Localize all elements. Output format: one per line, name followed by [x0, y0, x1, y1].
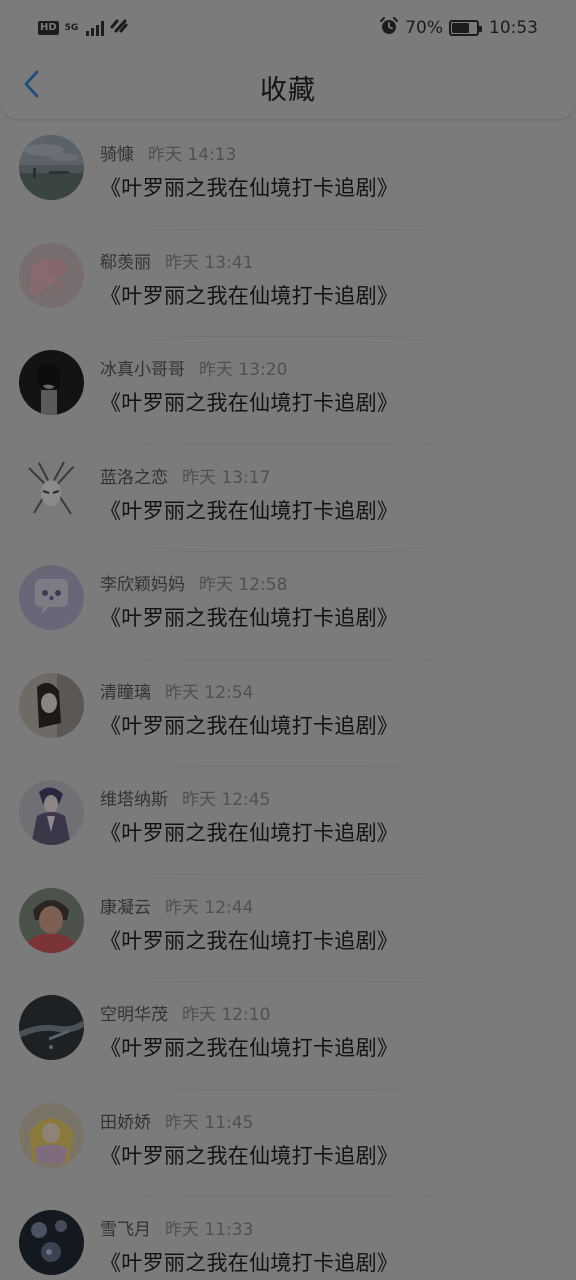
hd-badge: HD	[38, 21, 59, 35]
avatar[interactable]	[19, 1102, 84, 1168]
item-name: 冰真小哥哥	[100, 360, 185, 380]
item-time: 昨天 13:17	[182, 467, 271, 488]
link-icon	[110, 18, 128, 38]
item-time: 昨天 13:20	[199, 360, 288, 380]
list-item[interactable]: 康凝云 昨天 12:44 《叶罗丽之我在仙境打卡追剧》	[0, 875, 576, 982]
status-bar-left: HD 5G	[38, 18, 128, 38]
item-name: 郗羡丽	[100, 252, 151, 273]
item-meta: 清瞳璃 昨天 12:54	[100, 678, 253, 703]
item-name: 维塔纳斯	[100, 790, 168, 810]
item-content: 《叶罗丽之我在仙境打卡追剧》	[100, 1143, 399, 1168]
item-content: 《叶罗丽之我在仙境打卡追剧》	[100, 498, 399, 523]
item-meta: 冰真小哥哥 昨天 13:20	[100, 355, 287, 380]
item-time: 昨天 12:44	[165, 897, 254, 918]
network-type: 5G	[64, 22, 79, 33]
item-time: 昨天 14:13	[148, 145, 237, 165]
item-name: 康凝云	[100, 897, 151, 918]
item-content: 《叶罗丽之我在仙境打卡追剧》	[100, 391, 399, 415]
header: 收藏	[0, 46, 576, 120]
item-content: 《叶罗丽之我在仙境打卡追剧》	[100, 606, 399, 630]
item-name: 骑慷	[100, 145, 134, 165]
signal-icon	[86, 20, 105, 36]
item-content: 《叶罗丽之我在仙境打卡追剧》	[100, 713, 399, 738]
item-meta: 李欣颖妈妈 昨天 12:58	[100, 570, 287, 595]
clock: 10:53	[489, 18, 538, 38]
item-content: 《叶罗丽之我在仙境打卡追剧》	[100, 821, 399, 845]
item-time: 昨天 13:41	[165, 252, 254, 273]
item-time: 昨天 11:33	[165, 1220, 254, 1240]
battery-percent: 70%	[405, 18, 443, 38]
list-item[interactable]: 田娇娇 昨天 11:45 《叶罗丽之我在仙境打卡追剧》	[0, 1090, 576, 1197]
favorites-list: 骑慷 昨天 14:13 《叶罗丽之我在仙境打卡追剧》 郗羡丽 昨天 13:41 《叶…	[0, 122, 576, 1280]
item-content: 《叶罗丽之我在仙境打卡追剧》	[100, 1036, 399, 1060]
item-content: 《叶罗丽之我在仙境打卡追剧》	[100, 1251, 399, 1275]
avatar[interactable]	[19, 672, 84, 738]
item-content: 《叶罗丽之我在仙境打卡追剧》	[100, 176, 399, 200]
avatar[interactable]	[19, 995, 84, 1060]
battery-icon	[449, 20, 482, 36]
item-name: 清瞳璃	[100, 682, 151, 703]
item-content: 《叶罗丽之我在仙境打卡追剧》	[100, 928, 399, 953]
item-meta: 康凝云 昨天 12:44	[100, 893, 253, 918]
list-item[interactable]: 维塔纳斯 昨天 12:45 《叶罗丽之我在仙境打卡追剧》	[0, 767, 576, 875]
screen: HD 5G 70% 10:53 收藏 骑慷 昨天 14:13 《叶罗丽之我在仙境…	[0, 0, 576, 1280]
item-meta: 田娇娇 昨天 11:45	[100, 1108, 253, 1133]
list-item[interactable]: 骑慷 昨天 14:13 《叶罗丽之我在仙境打卡追剧》	[0, 122, 576, 230]
list-item[interactable]: 郗羡丽 昨天 13:41 《叶罗丽之我在仙境打卡追剧》	[0, 230, 576, 337]
list-item[interactable]: 蓝洛之恋 昨天 13:17 《叶罗丽之我在仙境打卡追剧》	[0, 445, 576, 552]
item-name: 蓝洛之恋	[100, 467, 168, 488]
item-content: 《叶罗丽之我在仙境打卡追剧》	[100, 283, 399, 308]
item-meta: 蓝洛之恋 昨天 13:17	[100, 463, 270, 488]
item-meta: 郗羡丽 昨天 13:41	[100, 248, 253, 273]
avatar[interactable]	[19, 135, 84, 200]
list-item[interactable]: 李欣颖妈妈 昨天 12:58 《叶罗丽之我在仙境打卡追剧》	[0, 552, 576, 660]
avatar[interactable]	[19, 457, 84, 523]
battery-fill	[452, 23, 469, 33]
avatar[interactable]	[19, 887, 84, 953]
item-name: 空明华茂	[100, 1005, 168, 1025]
alarm-icon	[379, 16, 399, 40]
item-time: 昨天 12:58	[199, 575, 288, 595]
list-item[interactable]: 雪飞月 昨天 11:33 《叶罗丽之我在仙境打卡追剧》	[0, 1197, 576, 1280]
item-time: 昨天 12:54	[165, 682, 254, 703]
item-meta: 雪飞月 昨天 11:33	[100, 1215, 253, 1240]
avatar[interactable]	[19, 350, 84, 415]
status-bar-right: 70% 10:53	[379, 16, 538, 40]
item-name: 田娇娇	[100, 1112, 151, 1133]
list-item[interactable]: 空明华茂 昨天 12:10 《叶罗丽之我在仙境打卡追剧》	[0, 982, 576, 1090]
avatar[interactable]	[19, 565, 84, 630]
avatar[interactable]	[19, 242, 84, 308]
list-item[interactable]: 冰真小哥哥 昨天 13:20 《叶罗丽之我在仙境打卡追剧》	[0, 337, 576, 445]
item-time: 昨天 12:45	[182, 790, 271, 810]
item-name: 雪飞月	[100, 1220, 151, 1240]
avatar[interactable]	[19, 1210, 84, 1275]
item-meta: 空明华茂 昨天 12:10	[100, 1000, 270, 1025]
page-title: 收藏	[260, 75, 316, 106]
item-time: 昨天 11:45	[165, 1112, 254, 1133]
avatar[interactable]	[19, 780, 84, 845]
list-item[interactable]: 清瞳璃 昨天 12:54 《叶罗丽之我在仙境打卡追剧》	[0, 660, 576, 767]
item-time: 昨天 12:10	[182, 1005, 271, 1025]
item-name: 李欣颖妈妈	[100, 575, 185, 595]
item-meta: 维塔纳斯 昨天 12:45	[100, 785, 270, 810]
item-meta: 骑慷 昨天 14:13	[100, 140, 236, 165]
